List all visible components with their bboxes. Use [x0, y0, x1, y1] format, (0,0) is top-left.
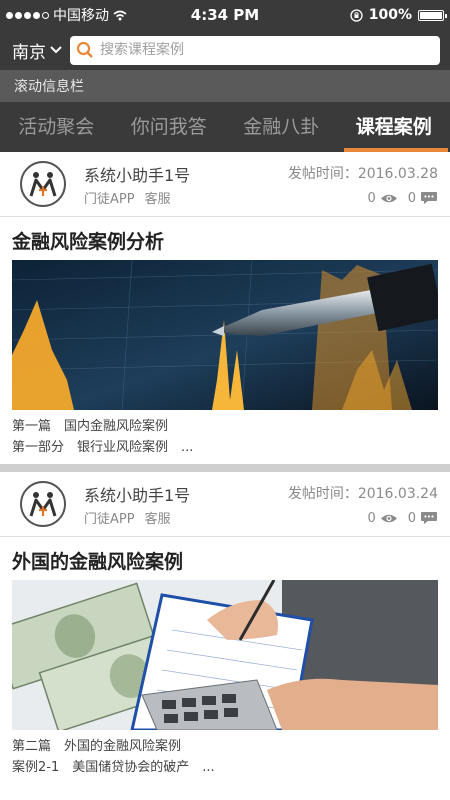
app-logo-icon — [29, 172, 57, 197]
post-image[interactable] — [12, 580, 438, 730]
author-tag: 门徒APP — [84, 191, 135, 207]
avatar[interactable] — [20, 161, 66, 207]
search-input[interactable] — [98, 41, 402, 59]
comment-count: 0 — [407, 190, 416, 206]
excerpt-line: 案例2-1 美国储贷协会的破产 ... — [12, 760, 215, 775]
author-tag: 客服 — [144, 191, 171, 207]
tab-activities[interactable]: 活动聚会 — [0, 102, 113, 152]
post-excerpt: 第二篇 外国的金融风险案例 案例2-1 美国储贷协会的破产 ... — [0, 730, 450, 784]
comment-count: 0 — [407, 510, 416, 526]
excerpt-line: 第一篇 国内金融风险案例 — [12, 419, 169, 434]
money-calculator-image — [12, 580, 438, 730]
status-bar: 中国移动 4:34 PM 100% — [0, 0, 450, 30]
author-name: 系统小助手1号 — [84, 165, 191, 185]
eye-icon — [380, 194, 397, 202]
finance-chart-pen-image — [12, 260, 438, 410]
post-stats: 0 0 — [288, 511, 438, 526]
post-card[interactable]: 系统小助手1号 门徒APP 客服 发帖时间：2016.03.28 0 0 金融风… — [0, 152, 450, 464]
author-tags: 门徒APP 客服 — [84, 188, 190, 207]
card-divider — [0, 464, 450, 472]
city-selector[interactable]: 南京 — [12, 38, 62, 63]
author-name: 系统小助手1号 — [84, 485, 191, 505]
tab-qa[interactable]: 你问我答 — [113, 102, 226, 152]
app-logo-icon — [29, 492, 57, 517]
signal-strength-icon — [6, 11, 49, 19]
excerpt-line: 第二篇 外国的金融风险案例 — [12, 739, 182, 754]
post-card[interactable]: 系统小助手1号 门徒APP 客服 发帖时间：2016.03.24 0 0 外国的… — [0, 472, 450, 784]
scrolling-info-bar[interactable]: 滚动信息栏 — [0, 70, 450, 102]
author-info: 系统小助手1号 门徒APP 客服 — [84, 162, 190, 207]
author-info: 系统小助手1号 门徒APP 客服 — [84, 482, 190, 527]
orientation-lock-icon — [350, 8, 363, 22]
author-tag: 门徒APP — [84, 511, 135, 527]
comment-icon — [421, 192, 437, 204]
post-header: 系统小助手1号 门徒APP 客服 发帖时间：2016.03.24 0 0 — [0, 472, 450, 537]
post-time: 发帖时间：2016.03.24 — [287, 485, 438, 502]
status-right: 100% — [350, 7, 447, 23]
battery-icon — [418, 9, 447, 21]
battery-label: 100% — [368, 7, 412, 23]
search-box[interactable] — [70, 35, 440, 65]
search-row: 南京 — [0, 30, 450, 70]
view-count: 0 — [367, 190, 376, 206]
avatar[interactable] — [20, 481, 66, 527]
wifi-icon — [113, 10, 127, 20]
post-meta: 发帖时间：2016.03.24 0 0 — [288, 483, 438, 526]
post-image[interactable] — [12, 260, 438, 410]
header: 中国移动 4:34 PM 100% 南京 — [0, 0, 450, 70]
search-icon — [76, 41, 93, 58]
post-excerpt: 第一篇 国内金融风险案例 第一部分 银行业风险案例 ... — [0, 410, 450, 464]
post-title[interactable]: 外国的金融风险案例 — [0, 537, 450, 580]
post-stats: 0 0 — [288, 191, 438, 206]
excerpt-line: 第一部分 银行业风险案例 ... — [12, 440, 194, 455]
carrier-label: 中国移动 — [53, 8, 109, 24]
view-count: 0 — [367, 510, 376, 526]
eye-icon — [380, 514, 397, 522]
ticker-text: 滚动信息栏 — [14, 79, 84, 95]
tab-bar: 活动聚会 你问我答 金融八卦 课程案例 — [0, 102, 450, 152]
post-time: 发帖时间：2016.03.28 — [287, 165, 438, 182]
chevron-down-icon — [50, 46, 62, 54]
author-tag: 客服 — [144, 511, 171, 527]
author-tags: 门徒APP 客服 — [84, 508, 190, 527]
post-header: 系统小助手1号 门徒APP 客服 发帖时间：2016.03.28 0 0 — [0, 152, 450, 217]
tab-course-cases[interactable]: 课程案例 — [338, 102, 450, 152]
post-title[interactable]: 金融风险案例分析 — [0, 217, 450, 260]
comment-icon — [421, 512, 437, 524]
tab-finance-gossip[interactable]: 金融八卦 — [225, 102, 338, 152]
status-left: 中国移动 — [6, 5, 127, 25]
post-meta: 发帖时间：2016.03.28 0 0 — [288, 163, 438, 206]
city-label: 南京 — [12, 42, 46, 63]
